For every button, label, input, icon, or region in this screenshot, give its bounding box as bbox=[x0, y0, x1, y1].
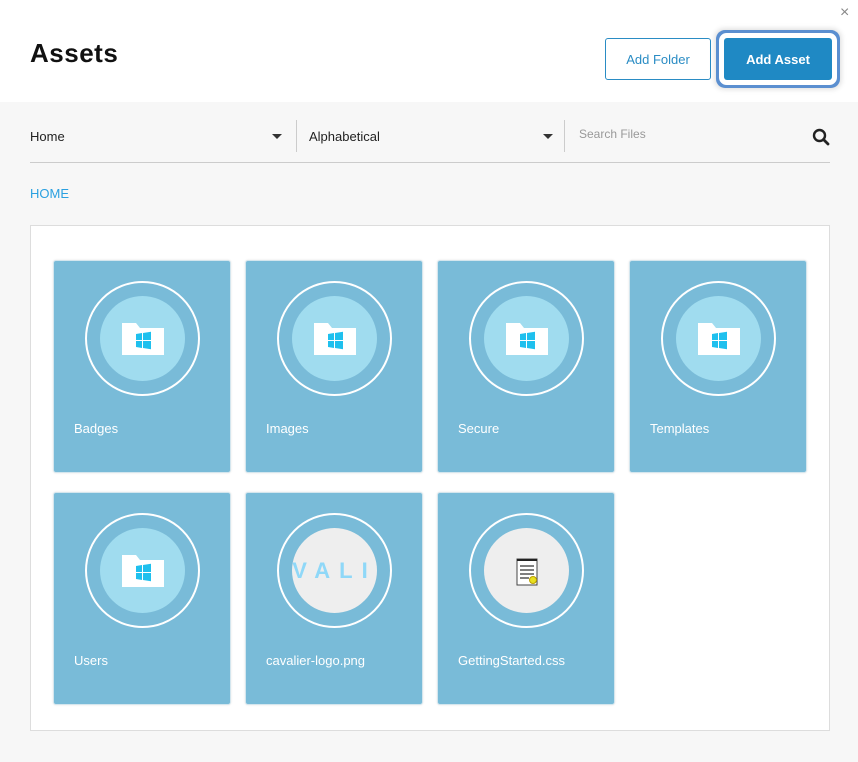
thumbnail bbox=[676, 296, 761, 381]
folder-select-value: Home bbox=[30, 128, 65, 144]
thumbnail bbox=[100, 296, 185, 381]
search-icon[interactable] bbox=[812, 128, 830, 146]
folder-icon bbox=[697, 322, 740, 355]
asset-card[interactable]: GettingStarted.css bbox=[437, 492, 615, 705]
asset-label: cavalier-logo.png bbox=[266, 653, 366, 668]
folder-icon bbox=[121, 322, 164, 355]
asset-label: Badges bbox=[74, 421, 119, 436]
close-icon[interactable]: × bbox=[840, 4, 849, 22]
asset-card[interactable]: Users bbox=[53, 492, 231, 705]
thumbnail bbox=[484, 528, 569, 613]
sort-select[interactable]: Alphabetical bbox=[309, 120, 554, 152]
asset-card[interactable]: Badges bbox=[53, 260, 231, 473]
thumbnail-ring bbox=[85, 513, 200, 628]
document-icon bbox=[516, 558, 537, 585]
folder-icon bbox=[121, 554, 164, 587]
thumbnail bbox=[292, 296, 377, 381]
breadcrumb-home[interactable]: HOME bbox=[30, 186, 69, 201]
divider bbox=[296, 120, 297, 152]
asset-label: Templates bbox=[650, 421, 710, 436]
folder-icon bbox=[313, 322, 356, 355]
image-thumbnail: VALI bbox=[292, 528, 377, 613]
asset-label: Users bbox=[74, 653, 108, 668]
asset-card[interactable]: Templates bbox=[629, 260, 807, 473]
thumbnail bbox=[484, 296, 569, 381]
thumbnail-ring bbox=[469, 513, 584, 628]
thumbnail-ring bbox=[661, 281, 776, 396]
sort-select-value: Alphabetical bbox=[309, 128, 380, 144]
asset-card[interactable]: VALI cavalier-logo.png bbox=[245, 492, 423, 705]
asset-card[interactable]: Secure bbox=[437, 260, 615, 473]
chevron-down-icon[interactable] bbox=[543, 134, 553, 139]
folder-select[interactable]: Home bbox=[30, 120, 285, 152]
thumbnail-ring bbox=[277, 281, 392, 396]
logo-preview: VALI bbox=[292, 557, 377, 583]
thumbnail-ring bbox=[85, 281, 200, 396]
thumbnail-ring: VALI bbox=[277, 513, 392, 628]
add-folder-button[interactable]: Add Folder bbox=[605, 38, 711, 80]
header: Assets × Add Folder Add Asset bbox=[0, 0, 858, 102]
divider bbox=[564, 120, 565, 152]
add-asset-button[interactable]: Add Asset bbox=[724, 38, 832, 80]
page-title: Assets bbox=[30, 38, 119, 68]
thumbnail bbox=[100, 528, 185, 613]
asset-card[interactable]: Images bbox=[245, 260, 423, 473]
asset-label: Secure bbox=[458, 421, 500, 436]
chevron-down-icon[interactable] bbox=[272, 134, 282, 139]
asset-label: Images bbox=[266, 421, 309, 436]
search-input[interactable] bbox=[579, 127, 799, 141]
thumbnail-ring bbox=[469, 281, 584, 396]
folder-icon bbox=[505, 322, 548, 355]
divider bbox=[30, 162, 830, 163]
asset-label: GettingStarted.css bbox=[458, 653, 565, 668]
